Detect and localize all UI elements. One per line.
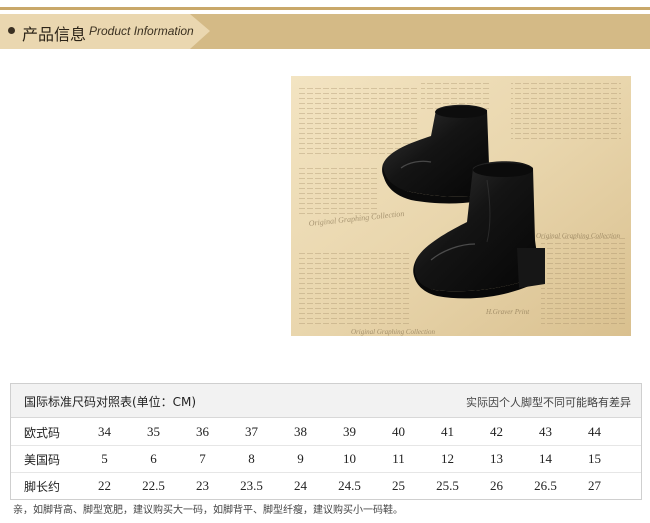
- table-cell: 43: [539, 424, 552, 439]
- table-cell: 11: [392, 451, 405, 466]
- table-cell: 40: [392, 424, 405, 439]
- section-title-cn: 产品信息: [22, 25, 87, 44]
- row-label: 脚长约: [24, 480, 61, 494]
- table-cell: 24: [294, 478, 307, 493]
- size-chart-header: 国际标准尺码对照表(单位：CM) 实际因个人脚型不同可能略有差异: [11, 384, 641, 418]
- newspaper-caption-4: Original Graphing Collection: [351, 328, 436, 336]
- bullet-dot-icon: [8, 27, 15, 34]
- product-photo: Original Graphing Collection Original Gr…: [291, 76, 631, 336]
- table-cell: 10: [343, 451, 356, 466]
- size-chart-table: 国际标准尺码对照表(单位：CM) 实际因个人脚型不同可能略有差异 欧式码 34 35…: [10, 383, 642, 500]
- table-cell: 22: [98, 478, 111, 493]
- table-cell: 7: [199, 451, 206, 466]
- table-cell: 39: [343, 424, 356, 439]
- table-cell: 8: [248, 451, 255, 466]
- table-cell: 42: [490, 424, 503, 439]
- table-cell: 23: [196, 478, 209, 493]
- newspaper-caption-3: H.Graver Print: [485, 308, 530, 316]
- table-cell: 25.5: [436, 478, 459, 493]
- table-row: 美国码 5 6 7 8 9 10 11 12 13 14 15: [11, 445, 641, 473]
- table-cell: 26: [490, 478, 503, 493]
- row-cells: 5 6 7 8 9 10 11 12 13 14 15: [80, 451, 620, 469]
- table-cell: 36: [196, 424, 209, 439]
- table-row: 脚长约 22 22.5 23 23.5 24 24.5 25 25.5 26 26.5 27: [11, 472, 641, 499]
- header-top-rule: [0, 7, 650, 10]
- row-label: 美国码: [24, 453, 61, 467]
- table-cell: 25: [392, 478, 405, 493]
- table-cell: 37: [245, 424, 258, 439]
- row-label: 欧式码: [24, 426, 61, 440]
- table-cell: 22.5: [142, 478, 165, 493]
- newspaper-caption-2: Original Graphing Collection: [536, 232, 621, 240]
- table-cell: 41: [441, 424, 454, 439]
- table-cell: 44: [588, 424, 601, 439]
- table-cell: 6: [150, 451, 157, 466]
- table-cell: 15: [588, 451, 601, 466]
- table-cell: 14: [539, 451, 552, 466]
- table-cell: 5: [101, 451, 108, 466]
- table-cell: 35: [147, 424, 160, 439]
- sizing-advice-note: 亲，如脚背高、脚型宽肥，建议购买大一码，如脚背平、脚型纤瘦，建议购买小一码鞋。: [13, 505, 403, 516]
- table-cell: 13: [490, 451, 503, 466]
- table-cell: 27: [588, 478, 601, 493]
- table-row: 欧式码 34 35 36 37 38 39 40 41 42 43 44: [11, 418, 641, 446]
- table-cell: 34: [98, 424, 111, 439]
- section-title-en: Product Information: [89, 24, 194, 38]
- size-chart-disclaimer: 实际因个人脚型不同可能略有差异: [466, 396, 631, 409]
- section-header: 产品信息 Product Information: [0, 14, 650, 49]
- table-cell: 24.5: [338, 478, 361, 493]
- size-chart-title: 国际标准尺码对照表(单位：CM): [24, 395, 197, 409]
- table-cell: 26.5: [534, 478, 557, 493]
- table-cell: 38: [294, 424, 307, 439]
- row-cells: 34 35 36 37 38 39 40 41 42 43 44: [80, 424, 620, 442]
- table-cell: 23.5: [240, 478, 263, 493]
- table-cell: 12: [441, 451, 454, 466]
- row-cells: 22 22.5 23 23.5 24 24.5 25 25.5 26 26.5 27: [80, 478, 620, 496]
- table-cell: 9: [297, 451, 304, 466]
